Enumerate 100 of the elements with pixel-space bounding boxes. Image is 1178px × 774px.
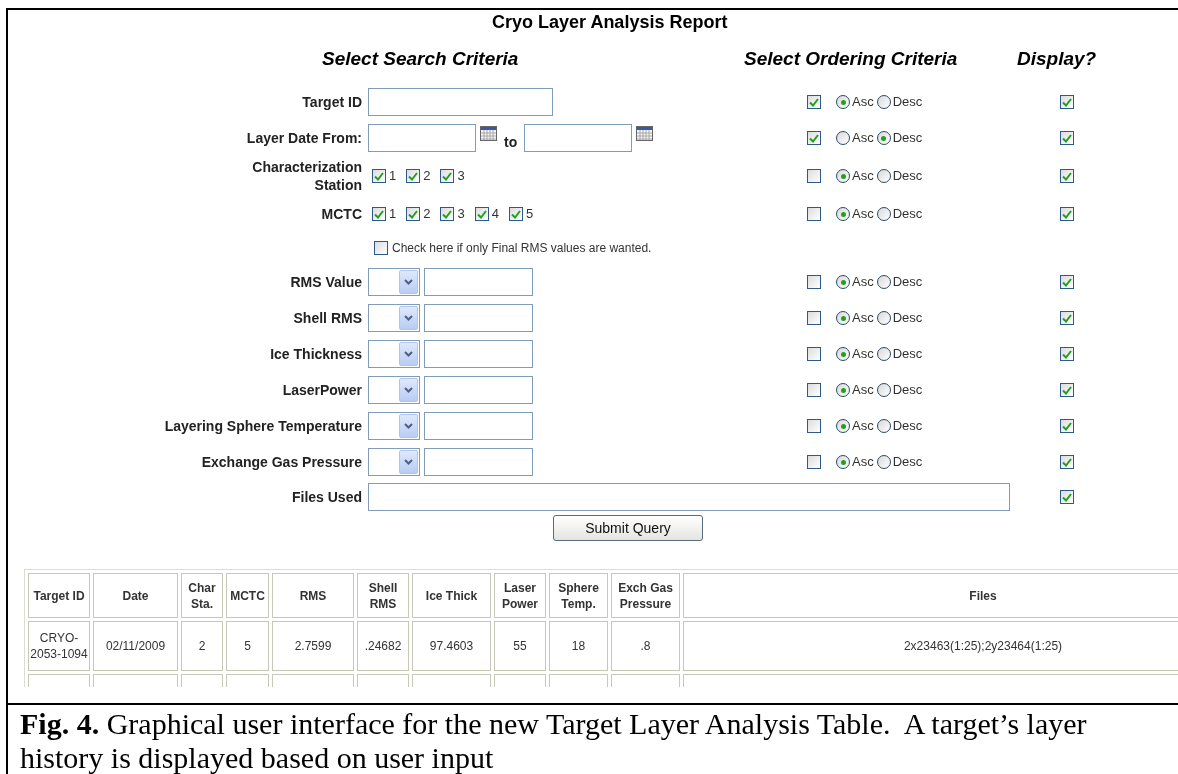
radio-label: Desc <box>892 453 923 472</box>
section-heading: Display? <box>1017 47 1097 69</box>
chevron-down-icon <box>399 378 418 402</box>
section-heading: Select Ordering Criteria <box>744 47 958 69</box>
input-field[interactable] <box>424 448 533 476</box>
column-header: Files <box>683 573 1178 618</box>
checkbox[interactable] <box>807 455 821 469</box>
dropdown[interactable] <box>368 448 420 476</box>
table-cell: 97.4603 <box>412 621 491 671</box>
radio-label: Desc <box>892 167 923 186</box>
radio-button[interactable] <box>876 275 891 289</box>
dropdown[interactable] <box>368 340 420 368</box>
figure-caption: Fig. 4. Graphical user interface for the new Target Layer Analysis Table. A target’s layer history is displayed based on user input <box>20 707 1088 774</box>
column-header: Char Sta. <box>181 573 223 618</box>
radio-button[interactable] <box>876 95 891 109</box>
checkbox[interactable] <box>807 207 821 221</box>
checkbox[interactable] <box>807 275 821 289</box>
radio-button[interactable] <box>876 455 891 469</box>
checkbox[interactable] <box>1060 95 1074 109</box>
radio-button[interactable] <box>876 419 891 433</box>
checkbox[interactable] <box>372 169 386 183</box>
checkbox-label: Check here if only Final RMS values are wanted. <box>392 240 652 257</box>
radio-button[interactable] <box>876 383 891 397</box>
checkbox[interactable] <box>807 169 821 183</box>
input-field[interactable] <box>424 268 533 296</box>
column-header: MCTC <box>226 573 269 618</box>
checkbox[interactable] <box>1060 455 1074 469</box>
checkbox[interactable] <box>807 383 821 397</box>
input-field[interactable] <box>424 412 533 440</box>
checkbox[interactable] <box>1060 347 1074 361</box>
checkbox[interactable] <box>807 131 821 145</box>
checkbox[interactable] <box>1060 419 1074 433</box>
checkbox[interactable] <box>1060 169 1074 183</box>
dropdown[interactable] <box>368 412 420 440</box>
checkbox[interactable] <box>406 207 421 221</box>
checkbox[interactable] <box>807 95 821 109</box>
checkbox[interactable] <box>508 207 523 221</box>
input-field[interactable] <box>368 483 1010 511</box>
checkbox[interactable] <box>1060 207 1074 221</box>
radio-label: Desc <box>892 129 923 148</box>
input-field[interactable] <box>368 124 476 152</box>
table-cell: 2.7599 <box>272 621 354 671</box>
table-cell: .24682 <box>357 621 409 671</box>
field-label: Files Used <box>291 488 362 506</box>
input-field[interactable] <box>424 376 533 404</box>
radio-button[interactable] <box>836 347 850 361</box>
input-field[interactable] <box>368 88 553 116</box>
radio-label: Asc <box>852 273 874 292</box>
table-cell: 02/11/2009 <box>93 621 178 671</box>
input-field[interactable] <box>524 124 633 152</box>
radio-button[interactable] <box>836 419 850 433</box>
field-label: Characterization Station <box>251 158 362 194</box>
radio-label: Asc <box>852 381 874 400</box>
calendar-icon[interactable] <box>480 125 497 141</box>
field-label: LaserPower <box>282 381 362 399</box>
radio-label: Asc <box>852 453 874 472</box>
checkbox[interactable] <box>1060 383 1074 397</box>
checkbox[interactable] <box>372 207 386 221</box>
calendar-icon[interactable] <box>636 125 654 141</box>
checkbox[interactable] <box>474 207 489 221</box>
radio-button[interactable] <box>836 311 850 325</box>
input-field[interactable] <box>424 340 533 368</box>
checkbox[interactable] <box>406 169 421 183</box>
field-label: Shell RMS <box>293 309 362 327</box>
column-header: Date <box>93 573 178 618</box>
radio-button[interactable] <box>836 455 850 469</box>
checkbox[interactable] <box>1060 490 1074 504</box>
radio-button[interactable] <box>836 207 850 221</box>
field-label: Ice Thickness <box>270 345 362 363</box>
radio-button[interactable] <box>876 169 891 183</box>
checkbox[interactable] <box>807 311 821 325</box>
radio-button[interactable] <box>876 207 891 221</box>
checkbox[interactable] <box>1060 311 1074 325</box>
checkbox[interactable] <box>440 207 455 221</box>
dropdown[interactable] <box>368 304 420 332</box>
checkbox[interactable] <box>440 169 455 183</box>
radio-label: Desc <box>892 273 923 292</box>
radio-button[interactable] <box>876 347 891 361</box>
checkbox[interactable] <box>374 241 388 255</box>
radio-button[interactable] <box>836 383 850 397</box>
radio-label: Asc <box>852 167 874 186</box>
column-header: Sphere Temp. <box>549 573 608 618</box>
dropdown[interactable] <box>368 268 420 296</box>
checkbox[interactable] <box>1060 275 1074 289</box>
radio-button[interactable] <box>876 311 891 325</box>
checkbox[interactable] <box>1060 131 1074 145</box>
radio-button[interactable] <box>836 275 850 289</box>
radio-button[interactable] <box>876 131 891 145</box>
checkbox[interactable] <box>807 347 821 361</box>
checkbox[interactable] <box>807 419 821 433</box>
column-header: Laser Power <box>494 573 546 618</box>
radio-button[interactable] <box>836 95 850 109</box>
dropdown[interactable] <box>368 376 420 404</box>
option-label: 1 <box>389 205 397 224</box>
input-field[interactable] <box>424 304 533 332</box>
radio-label: Desc <box>892 205 923 224</box>
radio-label: Asc <box>852 205 874 224</box>
submit-button[interactable]: Submit Query <box>553 515 703 541</box>
radio-button[interactable] <box>836 131 850 145</box>
radio-button[interactable] <box>836 169 850 183</box>
